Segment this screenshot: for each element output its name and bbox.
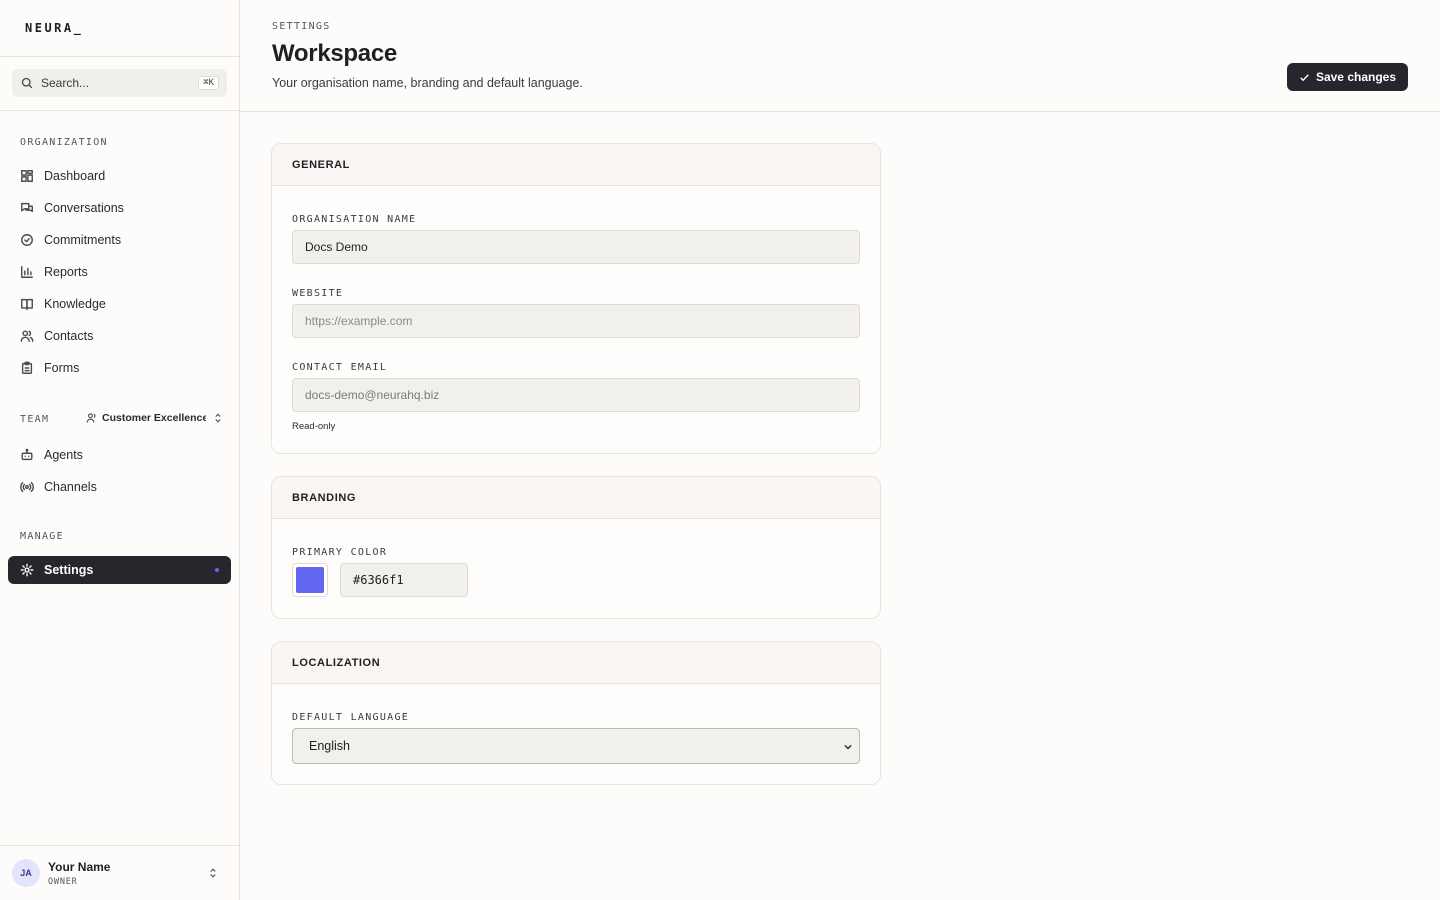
sidebar-item-label: Settings: [44, 563, 94, 577]
color-hex-field[interactable]: #6366f1: [340, 563, 468, 597]
search-icon: [21, 77, 33, 89]
general-card: GENERAL ORGANISATION NAME WEBSITE CONTAC…: [271, 143, 881, 454]
section-label-team: TEAM: [20, 414, 50, 425]
website-field[interactable]: [292, 304, 860, 338]
radio-icon: [20, 481, 34, 493]
sidebar-item-label: Forms: [44, 361, 80, 375]
gear-icon: [20, 563, 34, 577]
sidebar-item-label: Knowledge: [44, 297, 106, 311]
chevron-up-down-icon: [210, 868, 216, 878]
team-selector-label: Customer Excellence: [102, 412, 206, 424]
sidebar-item-label: Agents: [44, 448, 83, 462]
chevron-up-down-icon: [215, 413, 221, 423]
primary-color-label: PRIMARY COLOR: [292, 547, 388, 558]
sidebar-item-reports[interactable]: Reports: [8, 258, 231, 286]
user-menu[interactable]: JA Your Name OWNER: [0, 845, 239, 900]
contact-email-label: CONTACT EMAIL: [292, 362, 388, 373]
default-language-label: DEFAULT LANGUAGE: [292, 712, 410, 723]
team-selector[interactable]: Customer Excellence: [86, 412, 224, 424]
sidebar-item-knowledge[interactable]: Knowledge: [8, 290, 231, 318]
sidebar-item-label: Contacts: [44, 329, 94, 343]
org-name-label: ORGANISATION NAME: [292, 214, 417, 225]
page-header: SETTINGS Workspace Your organisation nam…: [240, 0, 1440, 112]
page-subtitle: Your organisation name, branding and def…: [272, 76, 583, 90]
user-icon: [86, 413, 96, 423]
bar-chart-icon: [21, 266, 33, 278]
section-label-organization: ORGANIZATION: [20, 137, 108, 148]
website-label: WEBSITE: [292, 288, 344, 299]
dashboard-icon: [21, 170, 33, 182]
card-heading: LOCALIZATION: [272, 642, 880, 684]
active-indicator: [215, 568, 219, 572]
org-name-field[interactable]: [292, 230, 860, 264]
color-swatch[interactable]: [292, 563, 328, 597]
sidebar-item-label: Commitments: [44, 233, 122, 247]
bot-icon: [21, 448, 33, 461]
branding-card: BRANDING PRIMARY COLOR #6366f1: [271, 476, 881, 619]
sidebar-item-forms[interactable]: Forms: [8, 354, 231, 382]
selected-language: English: [309, 739, 350, 753]
sidebar-item-label: Dashboard: [44, 169, 106, 183]
search-shortcut: ⌘K: [198, 76, 219, 90]
color-swatch-fill: [296, 567, 324, 593]
localization-card: LOCALIZATION DEFAULT LANGUAGE English: [271, 641, 881, 785]
sidebar-item-commitments[interactable]: Commitments: [8, 226, 231, 254]
save-button[interactable]: Save changes: [1286, 63, 1408, 91]
search-placeholder: Search...: [41, 76, 90, 90]
user-name: Your Name: [48, 860, 111, 874]
chat-icon: [21, 202, 33, 213]
sidebar-item-contacts[interactable]: Contacts: [8, 322, 231, 350]
user-role: OWNER: [48, 877, 78, 887]
page-title: Workspace: [272, 40, 397, 67]
clipboard-icon: [21, 361, 33, 374]
chevron-down-icon: [844, 744, 852, 750]
check-icon: [1300, 73, 1309, 81]
book-icon: [21, 298, 33, 310]
sidebar-item-settings[interactable]: Settings: [8, 556, 231, 584]
breadcrumb: SETTINGS: [272, 21, 331, 32]
logo-row: NEURA_: [0, 0, 239, 57]
card-heading: BRANDING: [272, 477, 880, 519]
search-row: Search... ⌘K: [0, 57, 239, 111]
users-icon: [20, 330, 34, 342]
save-button-label: Save changes: [1315, 70, 1396, 84]
sidebar-item-dashboard[interactable]: Dashboard: [8, 162, 231, 190]
search-input[interactable]: Search... ⌘K: [12, 69, 227, 97]
contact-email-field: [292, 378, 860, 412]
avatar: JA: [12, 859, 40, 887]
read-only-hint: Read-only: [292, 421, 336, 432]
sidebar-item-label: Conversations: [44, 201, 124, 215]
section-label-manage: MANAGE: [20, 531, 64, 542]
sidebar-item-agents[interactable]: Agents: [8, 441, 231, 469]
logo[interactable]: NEURA_: [25, 21, 83, 35]
sidebar-item-channels[interactable]: Channels: [8, 473, 231, 501]
sidebar: NEURA_ Search... ⌘K ORGANIZATION Dashboa…: [0, 0, 240, 900]
sidebar-item-label: Reports: [44, 265, 88, 279]
default-language-select[interactable]: English: [292, 728, 860, 764]
sidebar-item-conversations[interactable]: Conversations: [8, 194, 231, 222]
check-circle-icon: [21, 234, 33, 246]
card-heading: GENERAL: [272, 144, 880, 186]
sidebar-item-label: Channels: [44, 480, 97, 494]
